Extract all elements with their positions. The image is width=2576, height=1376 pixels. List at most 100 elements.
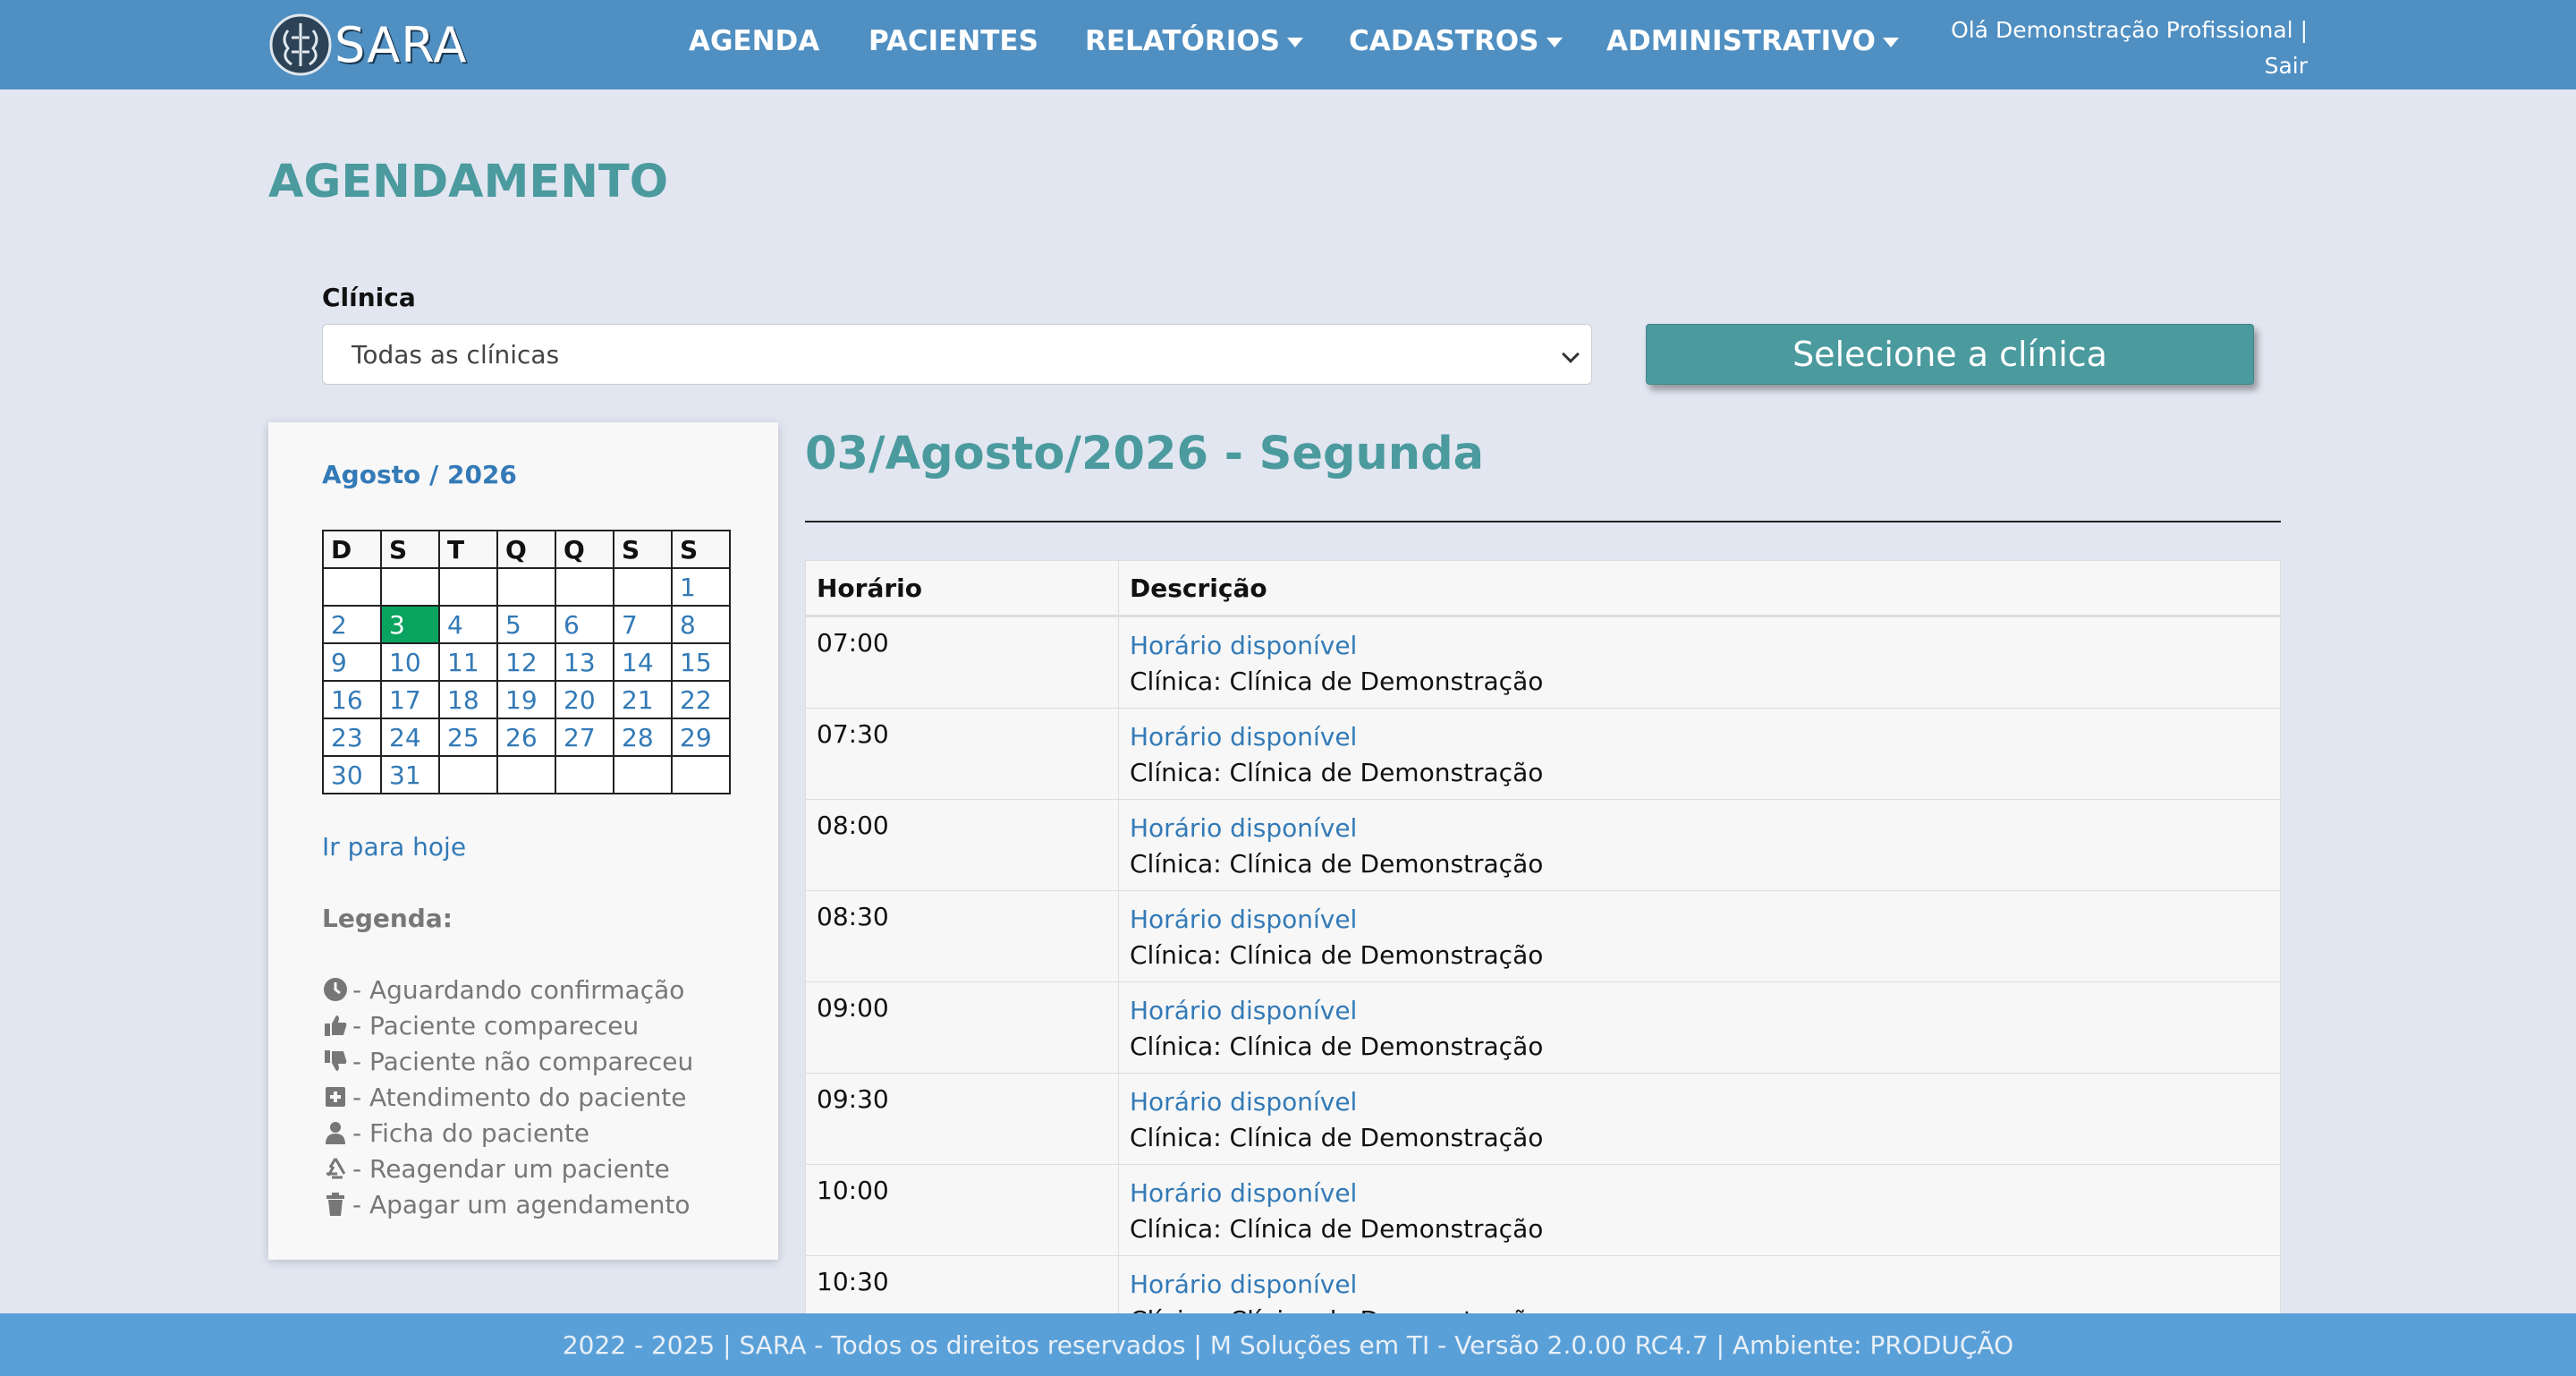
calendar-day[interactable]: 1 [671, 567, 731, 607]
legend-item: - Paciente não compareceu [322, 1043, 693, 1079]
nav-cadastros-label: CADASTROS [1349, 25, 1539, 57]
calendar-day[interactable]: 24 [380, 718, 440, 757]
goto-today-link[interactable]: Ir para hoje [322, 832, 466, 862]
calendar-day[interactable]: 9 [322, 642, 382, 682]
legend-label: - Paciente compareceu [352, 1010, 640, 1040]
legend-label: - Atendimento do paciente [352, 1082, 687, 1112]
calendar-day[interactable]: 13 [555, 642, 614, 682]
nav-pacientes[interactable]: PACIENTES [869, 25, 1038, 57]
calendar-day[interactable]: 28 [613, 718, 673, 757]
schedule-row: 08:30 Horário disponível Clínica: Clínica … [805, 891, 2281, 982]
calendar-empty-cell [496, 567, 556, 607]
slot-time: 07:30 [806, 709, 1119, 799]
calendar-week-row: 1 [322, 567, 731, 607]
nav-agenda[interactable]: AGENDA [689, 25, 819, 57]
available-slot-link[interactable]: Horário disponível [1130, 902, 2280, 938]
calendar-day[interactable]: 18 [438, 680, 498, 719]
user-icon [322, 1119, 349, 1146]
select-clinic-button[interactable]: Selecione a clínica [1646, 324, 2254, 385]
schedule-rows: 07:00 Horário disponível Clínica: Clínica … [805, 617, 2281, 1347]
nav-administrativo[interactable]: ADMINISTRATIVO [1606, 25, 1899, 57]
slot-clinic: Clínica: Clínica de Demonstração [1130, 1214, 1544, 1244]
calendar-day[interactable]: 30 [322, 755, 382, 794]
calendar-day[interactable]: 23 [322, 718, 382, 757]
schedule-row: 08:00 Horário disponível Clínica: Clínica … [805, 800, 2281, 891]
schedule-table: Horário Descrição 07:00 Horário disponíve… [805, 560, 2281, 1347]
divider [805, 521, 2281, 522]
available-slot-link[interactable]: Horário disponível [1130, 811, 2280, 846]
legend-list: - Aguardando confirmação - Paciente comp… [322, 972, 693, 1222]
weekday-header: S [380, 530, 440, 569]
footer-text: 2022 - 2025 | SARA - Todos os direitos r… [562, 1329, 2014, 1360]
calendar-day[interactable]: 14 [613, 642, 673, 682]
calendar-month-link[interactable]: Agosto / 2026 [322, 460, 517, 489]
slot-time: 09:00 [806, 982, 1119, 1073]
calendar-empty-cell [555, 567, 614, 607]
available-slot-link[interactable]: Horário disponível [1130, 628, 2280, 664]
calendar-day[interactable]: 16 [322, 680, 382, 719]
legend-item: - Paciente compareceu [322, 1007, 693, 1043]
calendar-day[interactable]: 3 [380, 605, 440, 644]
day-title: 03/Agosto/2026 - Segunda [805, 428, 1484, 480]
calendar-day[interactable]: 10 [380, 642, 440, 682]
slot-clinic: Clínica: Clínica de Demonstração [1130, 1032, 1544, 1061]
calendar-day[interactable]: 6 [555, 605, 614, 644]
calendar-day[interactable]: 12 [496, 642, 556, 682]
brand-logo[interactable]: SARA [268, 13, 468, 77]
available-slot-link[interactable]: Horário disponível [1130, 1176, 2280, 1211]
schedule-header-row: Horário Descrição [805, 560, 2281, 617]
calendar-day[interactable]: 8 [671, 605, 731, 644]
calendar-day[interactable]: 19 [496, 680, 556, 719]
calendar-day[interactable]: 4 [438, 605, 498, 644]
clinic-select-value: Todas as clínicas [352, 339, 560, 369]
schedule-row: 10:00 Horário disponível Clínica: Clínica … [805, 1165, 2281, 1256]
nav-relatorios[interactable]: RELATÓRIOS [1085, 25, 1303, 57]
calendar-day[interactable]: 26 [496, 718, 556, 757]
calendar-day[interactable]: 17 [380, 680, 440, 719]
brand-name: SARA [335, 16, 468, 73]
calendar-day[interactable]: 25 [438, 718, 498, 757]
nav-cadastros[interactable]: CADASTROS [1349, 25, 1563, 57]
calendar-week-row: 2345678 [322, 605, 731, 644]
slot-description: Horário disponívelClínica: Clínica de De… [1119, 800, 2280, 890]
clinic-select[interactable]: Todas as clínicas [322, 324, 1592, 385]
calendar-day[interactable]: 2 [322, 605, 382, 644]
available-slot-link[interactable]: Horário disponível [1130, 1267, 2280, 1303]
slot-clinic: Clínica: Clínica de Demonstração [1130, 849, 1544, 879]
slot-description: Horário disponívelClínica: Clínica de De… [1119, 1165, 2280, 1255]
legend-label: - Ficha do paciente [352, 1117, 590, 1148]
schedule-row: 07:30 Horário disponível Clínica: Clínica … [805, 709, 2281, 800]
medical-kit-icon [322, 1083, 349, 1110]
slot-time: 08:30 [806, 891, 1119, 981]
clinic-label: Clínica [322, 283, 416, 312]
available-slot-link[interactable]: Horário disponível [1130, 1084, 2280, 1120]
logout-link[interactable]: Sair [1932, 48, 2308, 84]
slot-clinic: Clínica: Clínica de Demonstração [1130, 667, 1544, 696]
calendar-day[interactable]: 27 [555, 718, 614, 757]
available-slot-link[interactable]: Horário disponível [1130, 719, 2280, 755]
calendar-week-row: 30 31 [322, 755, 731, 794]
footer: 2022 - 2025 | SARA - Todos os direitos r… [0, 1313, 2576, 1376]
calendar-empty-cell [613, 567, 673, 607]
caret-down-icon [1546, 37, 1563, 47]
calendar-day[interactable]: 11 [438, 642, 498, 682]
calendar-empty-cell [438, 755, 498, 794]
calendar-days: 1 2 3 4 5 6 7 8 9 10 11 12 13 14 15 16 17 18 19 20 21 22 23 24 2… [322, 567, 731, 794]
calendar-day[interactable]: 22 [671, 680, 731, 719]
available-slot-link[interactable]: Horário disponível [1130, 993, 2280, 1029]
calendar-day[interactable]: 21 [613, 680, 673, 719]
calendar-weekday-row: D S T Q Q S S [322, 530, 731, 569]
calendar-day[interactable]: 20 [555, 680, 614, 719]
legend-label: - Paciente não compareceu [352, 1046, 694, 1076]
calendar-empty-cell [438, 567, 498, 607]
calendar-day[interactable]: 5 [496, 605, 556, 644]
calendar-day[interactable]: 7 [613, 605, 673, 644]
weekday-header: Q [496, 530, 556, 569]
calendar-day[interactable]: 15 [671, 642, 731, 682]
schedule-row: 09:00 Horário disponível Clínica: Clínica … [805, 982, 2281, 1074]
calendar-empty-cell [380, 567, 440, 607]
thumbs-down-icon [322, 1048, 349, 1074]
calendar-day[interactable]: 29 [671, 718, 731, 757]
legend-item: - Reagendar um paciente [322, 1151, 693, 1186]
calendar-day[interactable]: 31 [380, 755, 440, 794]
